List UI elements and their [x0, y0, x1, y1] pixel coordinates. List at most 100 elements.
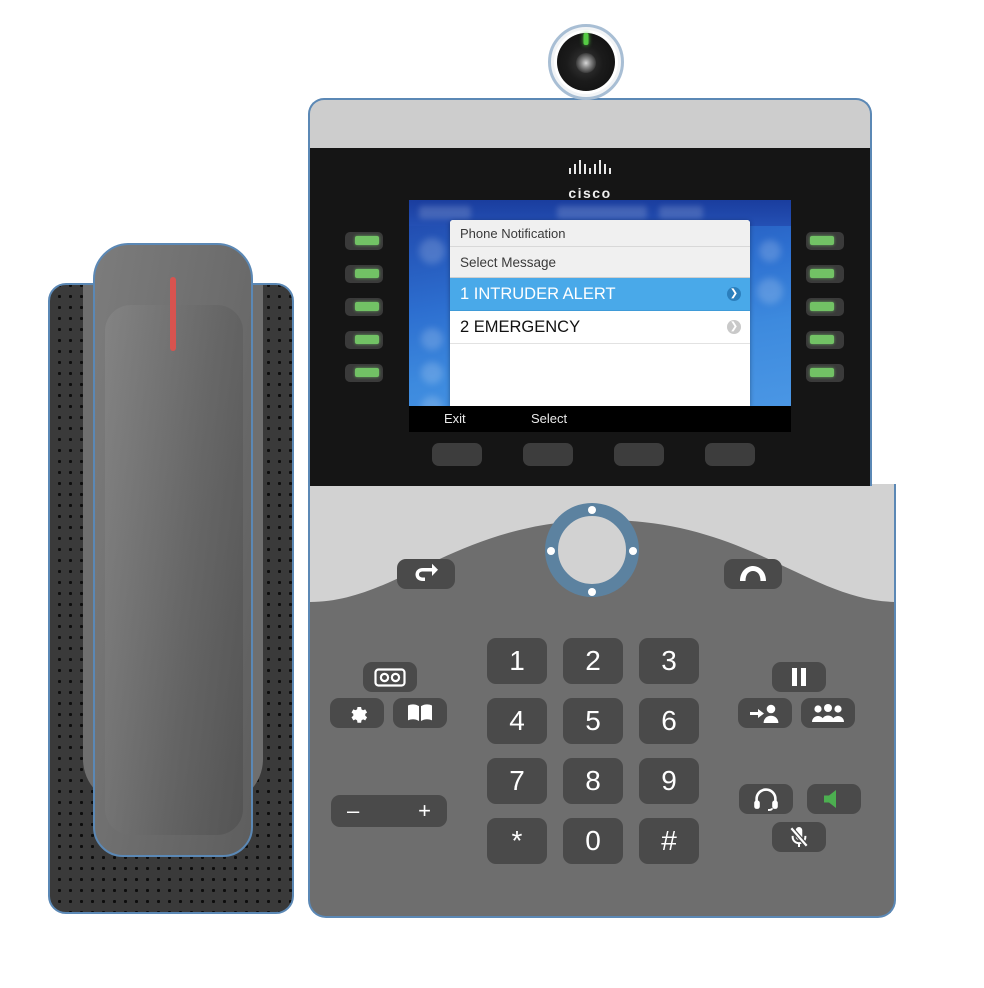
line-key-left-4[interactable]: [345, 331, 383, 349]
line-key-right-5[interactable]: [806, 364, 844, 382]
message-list-item-2[interactable]: 2 EMERGENCY ❯: [450, 311, 750, 344]
handset-body-shading: [105, 305, 243, 835]
dialog-title-text: Phone Notification: [460, 225, 566, 241]
hold-button[interactable]: [772, 662, 826, 692]
message-list-item-1[interactable]: 1 INTRUDER ALERT ❯: [450, 278, 750, 311]
settings-button[interactable]: [330, 698, 384, 728]
background-blurred-icon-1: [419, 238, 445, 264]
keypad-key-hash[interactable]: #: [639, 818, 699, 864]
mute-button[interactable]: [772, 822, 826, 852]
message-list-item-1-label: 1 INTRUDER ALERT: [460, 284, 616, 303]
chevron-right-icon: ❯: [727, 320, 741, 334]
conference-button[interactable]: [801, 698, 855, 728]
background-blurred-label-right: [659, 206, 703, 219]
line-key-led-icon: [355, 302, 379, 311]
speaker-icon: [824, 790, 836, 808]
dialog-title: Phone Notification: [450, 220, 750, 247]
line-key-led-icon: [355, 236, 379, 245]
keypad-key-2[interactable]: 2: [563, 638, 623, 684]
camera-led-indicator: [583, 33, 589, 45]
keypad-key-7[interactable]: 7: [487, 758, 547, 804]
voicemail-button[interactable]: [363, 662, 417, 692]
dialog-subtitle: Select Message: [450, 247, 750, 278]
line-key-led-icon: [355, 269, 379, 278]
softkey-button-2[interactable]: [523, 443, 573, 466]
handset[interactable]: [93, 243, 253, 857]
release-call-button[interactable]: [724, 559, 782, 589]
camera-module[interactable]: [548, 24, 624, 100]
headset-icon: [754, 788, 778, 811]
nav-right-icon[interactable]: [629, 547, 637, 555]
handset-end-call-icon: [740, 566, 766, 581]
directory-button[interactable]: [393, 698, 447, 728]
line-key-led-icon: [355, 368, 379, 377]
softkey-label-exit: Exit: [444, 411, 466, 426]
conference-people-icon: [812, 704, 844, 722]
mute-microphone-icon: [789, 826, 809, 848]
transfer-person-icon: [750, 704, 779, 723]
phone-illustration: cisco Phone Notification Select Message …: [0, 0, 984, 988]
line-key-left-5[interactable]: [345, 364, 383, 382]
camera-aperture-icon: [576, 53, 596, 74]
chevron-right-icon: ❯: [727, 287, 741, 301]
background-blurred-icon-5: [759, 240, 781, 262]
pause-icon: [792, 668, 806, 686]
nav-left-icon[interactable]: [547, 547, 555, 555]
gear-icon: [351, 706, 368, 723]
line-key-led-icon: [810, 335, 834, 344]
message-waiting-indicator: [170, 277, 176, 351]
cisco-bars-icon: [568, 160, 613, 174]
volume-down-button[interactable]: –: [347, 798, 359, 824]
line-key-left-1[interactable]: [345, 232, 383, 250]
softkey-label-select: Select: [531, 411, 568, 426]
keypad-key-8[interactable]: 8: [563, 758, 623, 804]
phone-lcd-screen[interactable]: Phone Notification Select Message 1 INTR…: [409, 200, 791, 432]
navigation-cluster[interactable]: [545, 503, 639, 597]
nav-up-icon[interactable]: [588, 506, 596, 514]
keypad-key-9[interactable]: 9: [639, 758, 699, 804]
voicemail-icon: [374, 667, 406, 687]
line-key-led-icon: [810, 368, 834, 377]
background-blurred-icon-2: [421, 328, 443, 350]
line-key-left-2[interactable]: [345, 265, 383, 283]
line-key-led-icon: [810, 236, 834, 245]
keypad-key-4[interactable]: 4: [487, 698, 547, 744]
background-blurred-label-left: [419, 206, 471, 219]
line-key-led-icon: [810, 302, 834, 311]
transfer-button[interactable]: [738, 698, 792, 728]
volume-up-button[interactable]: +: [418, 798, 431, 824]
dial-keypad: 1 2 3 4 5 6 7 8 9 * 0 #: [487, 638, 699, 864]
line-key-right-1[interactable]: [806, 232, 844, 250]
line-key-led-icon: [355, 335, 379, 344]
back-arrow-icon: [415, 563, 438, 581]
line-key-led-icon: [810, 269, 834, 278]
keypad-key-5[interactable]: 5: [563, 698, 623, 744]
nav-down-icon[interactable]: [588, 588, 596, 596]
dialog-subtitle-text: Select Message: [460, 254, 557, 270]
cisco-wordmark: cisco: [568, 185, 612, 201]
background-blurred-icon-3: [421, 362, 443, 384]
dialog-empty-area: [450, 344, 750, 405]
keypad-key-0[interactable]: 0: [563, 818, 623, 864]
back-button[interactable]: [397, 559, 455, 589]
softkey-button-1[interactable]: [432, 443, 482, 466]
line-key-right-3[interactable]: [806, 298, 844, 316]
keypad-key-1[interactable]: 1: [487, 638, 547, 684]
speakerphone-button[interactable]: [807, 784, 861, 814]
line-key-right-2[interactable]: [806, 265, 844, 283]
keypad-key-star[interactable]: *: [487, 818, 547, 864]
softkey-button-4[interactable]: [705, 443, 755, 466]
softkey-button-3[interactable]: [614, 443, 664, 466]
keypad-key-6[interactable]: 6: [639, 698, 699, 744]
book-icon: [408, 704, 432, 721]
background-blurred-label-center: [557, 206, 647, 219]
volume-rocker[interactable]: – +: [331, 795, 447, 827]
headset-button[interactable]: [739, 784, 793, 814]
line-key-right-4[interactable]: [806, 331, 844, 349]
line-key-left-3[interactable]: [345, 298, 383, 316]
background-blurred-icon-6: [757, 278, 783, 304]
message-list-item-2-label: 2 EMERGENCY: [460, 317, 581, 336]
softkey-label-bar: Exit Select: [409, 406, 791, 432]
keypad-key-3[interactable]: 3: [639, 638, 699, 684]
phone-top-bezel: [308, 98, 872, 150]
